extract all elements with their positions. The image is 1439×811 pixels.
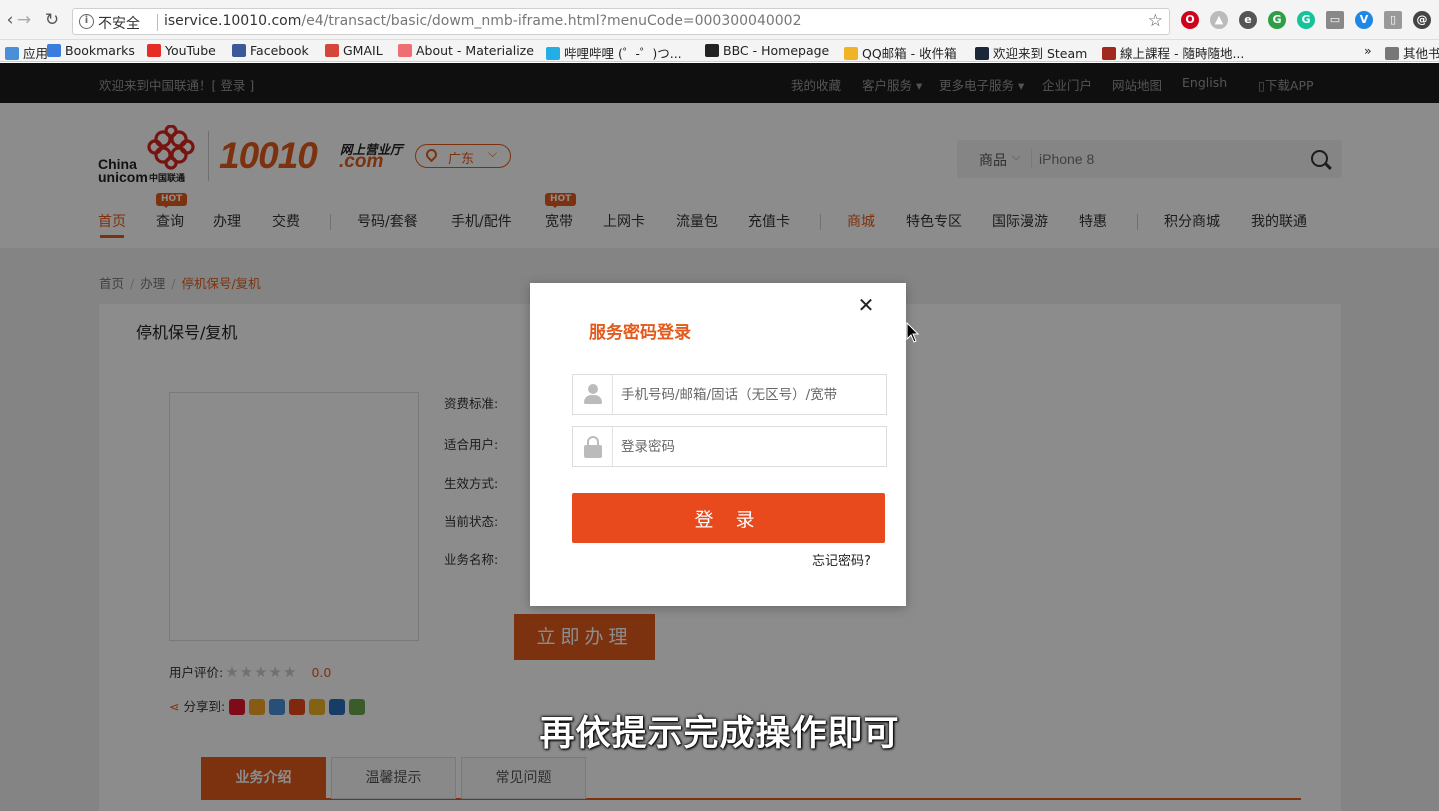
qq-icon <box>844 47 858 60</box>
bookmark-item[interactable]: YouTube <box>147 43 216 58</box>
bookmark-item[interactable]: Facebook <box>232 43 309 58</box>
lock-icon <box>573 427 613 466</box>
more-bookmarks-icon[interactable]: » <box>1364 43 1372 58</box>
grammar-extension-icon[interactable]: G <box>1268 11 1286 29</box>
udemy-icon <box>1102 47 1116 60</box>
password-input[interactable] <box>621 433 881 461</box>
modal-title: 服务密码登录 <box>589 323 691 343</box>
web-page: 欢迎来到中国联通！[ 登录 ] 我的收藏 客户服务 ▾ 更多电子服务 ▾ 企业门… <box>0 63 1439 811</box>
steam-icon <box>975 47 989 60</box>
account-input[interactable] <box>621 381 881 409</box>
youtube-icon <box>147 44 161 57</box>
account-field <box>572 374 887 415</box>
evernote-extension-icon[interactable]: e <box>1239 11 1257 29</box>
mouse-cursor-icon <box>906 322 920 343</box>
opera-extension-icon[interactable]: O <box>1181 11 1199 29</box>
bookmark-item[interactable]: BBC - Homepage <box>705 43 829 58</box>
login-button[interactable]: 登 录 <box>572 493 885 543</box>
grammarly-extension-icon[interactable]: G <box>1297 11 1315 29</box>
insecure-label: 不安全 <box>98 16 140 32</box>
user-icon <box>573 375 613 414</box>
bookmark-item[interactable]: 欢迎来到 Steam <box>975 43 1087 62</box>
materialize-icon <box>398 44 412 57</box>
video-caption: 再依提示完成操作即可 <box>539 714 900 754</box>
gmail-icon <box>325 44 339 57</box>
close-icon[interactable]: ✕ <box>856 295 876 315</box>
folder-icon <box>1385 47 1399 60</box>
bookmark-item[interactable]: QQ邮箱 - 收件箱 <box>844 43 957 62</box>
bookmark-item[interactable]: Bookmarks <box>47 43 135 58</box>
forgot-password-link[interactable]: 忘记密码? <box>812 550 871 569</box>
forward-arrow-icon[interactable]: → <box>14 10 34 30</box>
bookmark-item[interactable]: 哔哩哔哩 (゜-゜)つ... <box>546 43 682 62</box>
bbc-icon <box>705 44 719 57</box>
reload-icon[interactable]: ↻ <box>42 10 62 30</box>
bookmark-item[interactable]: About - Materialize <box>398 43 534 58</box>
url-text[interactable]: iservice.10010.com/e4/transact/basic/dow… <box>164 13 802 29</box>
bilibili-icon <box>546 47 560 60</box>
facebook-icon <box>232 44 246 57</box>
cast-icon[interactable]: ▭ <box>1326 11 1344 29</box>
reader-extension-icon[interactable]: ▯ <box>1384 11 1402 29</box>
bookmark-item[interactable]: 应用 <box>5 43 48 62</box>
bookmarks-bar: 应用 Bookmarks YouTube Facebook GMAIL About - M… <box>0 40 1439 62</box>
login-modal: ✕ 服务密码登录 登 录 忘记密码? <box>530 283 906 606</box>
apps-icon <box>5 47 19 60</box>
password-field <box>572 426 887 467</box>
bookmark-item[interactable]: GMAIL <box>325 43 383 58</box>
vpn-extension-icon[interactable]: V <box>1355 11 1373 29</box>
browser-toolbar: ‹ → ↻ i 不安全 iservice.10010.com/e4/transa… <box>0 0 1439 40</box>
star-icon <box>47 44 61 57</box>
menu-extension-icon[interactable]: @ <box>1413 11 1431 29</box>
bookmark-star-icon[interactable]: ☆ <box>1148 11 1163 31</box>
bookmark-item[interactable]: 其他书 <box>1385 43 1439 62</box>
bookmark-item[interactable]: 線上課程 - 隨時隨地... <box>1102 43 1244 62</box>
info-icon[interactable]: i <box>79 14 94 29</box>
drive-extension-icon[interactable]: ▲ <box>1210 11 1228 29</box>
address-bar[interactable]: i 不安全 iservice.10010.com/e4/transact/bas… <box>72 8 1170 35</box>
